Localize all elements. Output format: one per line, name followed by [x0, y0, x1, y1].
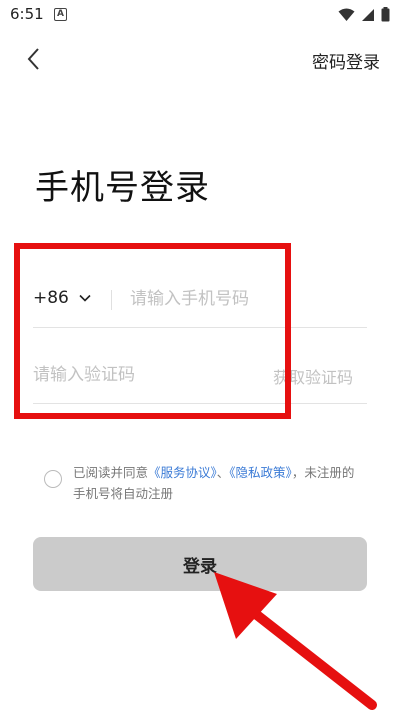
agreement-text: 已阅读并同意《服务协议》、《隐私政策》，未注册的手机号将自动注册 — [73, 462, 365, 504]
agreement-prefix: 已阅读并同意 — [73, 465, 149, 480]
battery-icon — [381, 7, 390, 22]
chevron-left-icon — [27, 48, 39, 70]
status-icons — [338, 7, 390, 22]
phone-row: +86 — [33, 272, 367, 328]
signal-icon — [362, 8, 374, 21]
wifi-icon — [338, 8, 355, 21]
page-title: 手机号登录 — [35, 168, 210, 208]
country-code-selector[interactable]: +86 — [33, 288, 91, 308]
verification-row: 获取验证码 — [33, 348, 367, 404]
agreement-checkbox[interactable] — [44, 470, 62, 488]
get-code-button[interactable]: 获取验证码 — [273, 364, 353, 388]
status-time: 6:51 — [10, 5, 44, 23]
phone-input[interactable] — [130, 284, 360, 314]
country-code-label: +86 — [33, 288, 69, 308]
service-agreement-link[interactable]: 《服务协议》 — [148, 465, 217, 480]
password-login-link[interactable]: 密码登录 — [312, 48, 380, 73]
notification-icon: A — [54, 8, 67, 21]
privacy-policy-link[interactable]: 《隐私政策》 — [229, 465, 292, 480]
nav-bar: 密码登录 — [0, 36, 400, 82]
divider — [111, 290, 112, 310]
agreement-separator: 、 — [216, 465, 230, 480]
back-button[interactable] — [22, 46, 50, 72]
login-button[interactable]: 登录 — [33, 537, 367, 591]
verification-code-input[interactable] — [33, 360, 243, 390]
status-bar: 6:51 A — [0, 0, 400, 28]
chevron-down-icon — [79, 294, 91, 302]
login-button-label: 登录 — [183, 556, 217, 576]
